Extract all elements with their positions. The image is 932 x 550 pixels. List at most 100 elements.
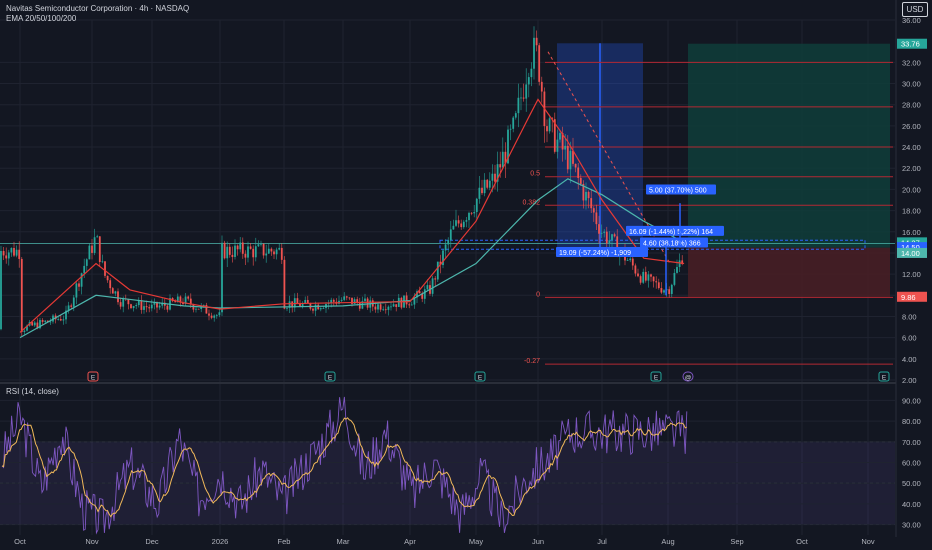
time-tick-label: Oct: [796, 537, 809, 546]
candle-body: [452, 225, 455, 230]
candle-body: [494, 173, 496, 182]
candle-body: [83, 265, 86, 274]
candle-body: [405, 295, 408, 305]
candle-body: [390, 306, 392, 308]
candle-body: [88, 245, 91, 260]
time-tick-label: Aug: [661, 537, 674, 546]
candle-body: [286, 307, 288, 309]
price-tick-label: 16.00: [902, 228, 921, 237]
candle-body: [530, 68, 533, 78]
candle-body: [634, 265, 637, 274]
candle-body: [481, 187, 483, 194]
candle-body: [317, 304, 320, 310]
time-tick-label: Oct: [14, 537, 27, 546]
candle-body: [455, 220, 457, 226]
candle-body: [473, 212, 476, 214]
price-tick-label: 4.00: [902, 355, 917, 364]
candle-body: [512, 117, 515, 129]
price-label: 9.86: [901, 293, 916, 302]
candle-body: [639, 276, 642, 283]
candle-body: [509, 128, 512, 130]
candle-body: [379, 304, 382, 310]
candle-body: [533, 37, 535, 69]
candle-body: [382, 309, 385, 311]
rsi-tick-label: 70.00: [902, 438, 921, 447]
price-tick-label: 8.00: [902, 312, 917, 321]
symbol-title[interactable]: Navitas Semiconductor Corporation · 4h ·…: [6, 4, 189, 14]
indicator-label[interactable]: EMA 20/50/100/200: [6, 14, 189, 24]
candle-body: [322, 308, 325, 309]
candle-body: [569, 150, 572, 170]
candle-body: [150, 304, 153, 309]
candle-body: [514, 113, 517, 118]
candle-body: [98, 236, 101, 263]
candle-body: [535, 37, 538, 46]
candle-body: [340, 299, 343, 301]
time-tick-label: Jul: [597, 537, 607, 546]
candle-body: [218, 312, 221, 316]
candle-body: [598, 224, 600, 234]
candle-body: [353, 299, 356, 304]
candle-body: [358, 302, 361, 309]
candle-body: [275, 249, 278, 255]
candle-body: [273, 251, 275, 255]
candle-body: [660, 288, 663, 293]
candle-body: [314, 304, 317, 311]
candle-body: [431, 278, 434, 294]
candle-body: [603, 231, 606, 233]
candle-body: [278, 247, 281, 250]
candle-body: [41, 320, 44, 322]
candle-body: [587, 191, 590, 199]
candle-body: [117, 291, 119, 303]
annotation-label: 16.09 (-1.44%) 5,22%) 164: [629, 229, 713, 236]
candle-body: [57, 319, 60, 320]
candle-body: [252, 248, 255, 258]
candle-body: [475, 198, 478, 213]
candle-body: [556, 139, 559, 152]
currency-button[interactable]: USD: [902, 2, 928, 17]
candle-body: [257, 244, 260, 247]
candle-body: [410, 304, 413, 306]
candle-body: [592, 208, 595, 213]
candle-body: [444, 244, 447, 251]
candle-body: [538, 45, 541, 82]
time-tick-label: Sep: [730, 537, 743, 546]
candle-body: [520, 97, 522, 99]
annotation-label: 19.09 (-57.24%) -1,909: [559, 250, 631, 257]
price-label: 33.76: [901, 40, 920, 49]
candle-body: [364, 298, 366, 302]
candle-body: [447, 240, 450, 245]
candle-body: [449, 229, 452, 241]
candle-body: [2, 250, 5, 256]
candle-body: [626, 260, 629, 261]
candle-body: [434, 278, 437, 280]
candle-body: [145, 306, 148, 308]
candle-body: [470, 212, 473, 214]
candle-body: [559, 133, 561, 140]
time-tick-label: Nov: [861, 537, 875, 546]
price-tick-label: 36.00: [902, 16, 921, 25]
candle-body: [647, 274, 650, 281]
candle-body: [10, 247, 13, 253]
price-tick-label: 12.00: [902, 270, 921, 279]
candle-body: [59, 319, 62, 321]
rsi-tick-label: 50.00: [902, 479, 921, 488]
price-tick-label: 18.00: [902, 207, 921, 216]
candle-body: [78, 283, 80, 287]
time-tick-label: Mar: [337, 537, 350, 546]
candle-body: [548, 118, 551, 132]
candle-body: [566, 145, 569, 170]
price-tick-label: 26.00: [902, 122, 921, 131]
candle-body: [400, 297, 403, 308]
candle-body: [195, 308, 197, 310]
candle-body: [158, 305, 161, 308]
price-tick-label: 22.00: [902, 164, 921, 173]
candle-body: [517, 97, 520, 114]
candle-body: [296, 298, 299, 304]
rsi-legend[interactable]: RSI (14, close): [6, 387, 59, 396]
candle-body: [234, 245, 236, 257]
candle-body: [652, 276, 655, 282]
time-tick-label: 2026: [212, 537, 229, 546]
candle-body: [343, 296, 346, 300]
candle-body: [262, 243, 265, 256]
